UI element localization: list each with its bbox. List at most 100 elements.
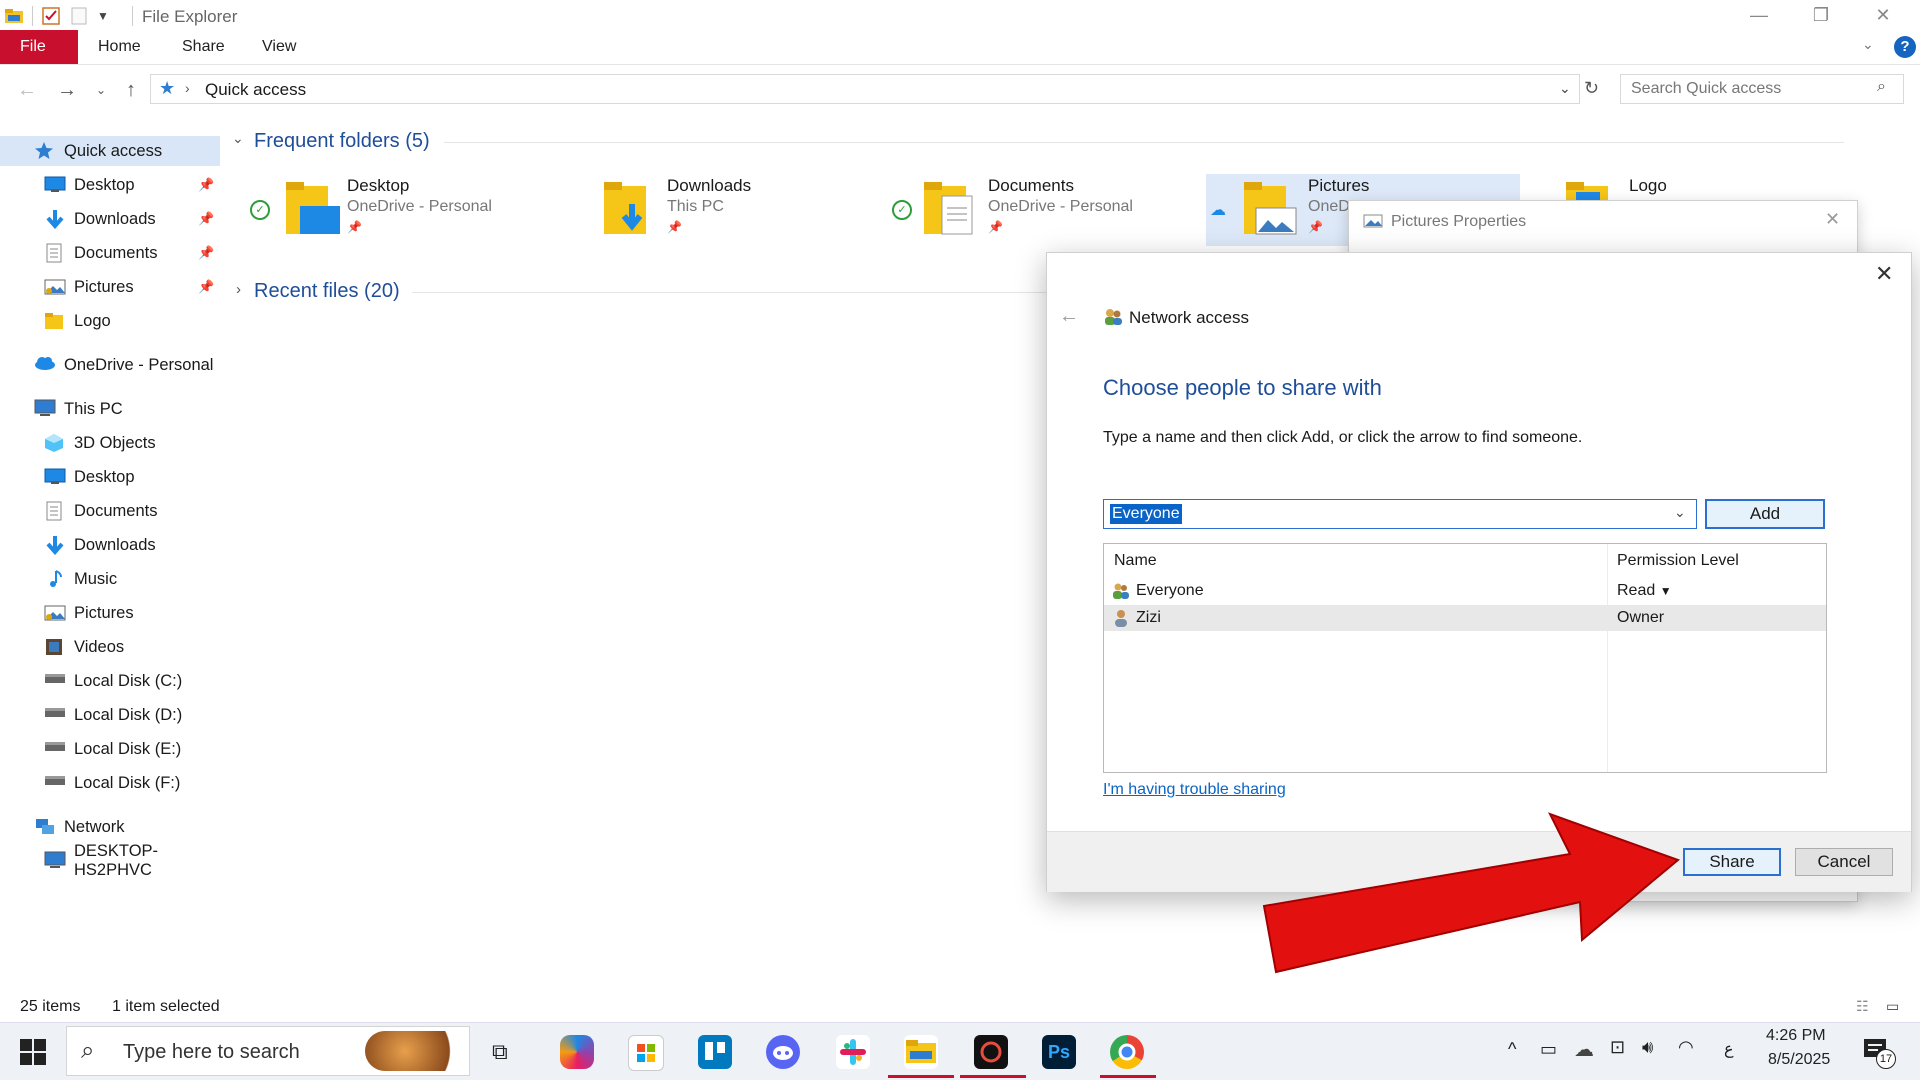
task-view-icon[interactable]: ⧉ bbox=[492, 1039, 508, 1065]
slack-icon[interactable] bbox=[836, 1035, 870, 1069]
folder-name: Logo bbox=[1629, 176, 1667, 195]
sidebar-item[interactable]: Documents 📌 bbox=[0, 238, 220, 268]
large-icons-view-icon[interactable]: ▭ bbox=[1886, 998, 1899, 1015]
notification-center-icon[interactable]: 17 bbox=[1862, 1035, 1896, 1069]
expand-chevron-icon[interactable]: › bbox=[236, 281, 241, 298]
sidebar-item[interactable]: Local Disk (C:) bbox=[0, 666, 220, 696]
sidebar-item[interactable]: Music bbox=[0, 564, 220, 594]
clock-time[interactable]: 4:26 PM bbox=[1766, 1027, 1826, 1045]
sidebar-item[interactable]: Pictures bbox=[0, 598, 220, 628]
dropdown-arrow-icon[interactable]: ▼ bbox=[1660, 584, 1672, 598]
taskbar: ⌕ Type here to search ⧉ Ps ^ ▭ ☁ ⊡ 🔊︎ ◠ … bbox=[0, 1022, 1920, 1080]
breadcrumb[interactable]: Quick access bbox=[205, 80, 306, 100]
copilot-icon[interactable] bbox=[560, 1035, 594, 1069]
volume-icon[interactable]: 🔊︎ bbox=[1642, 1037, 1653, 1058]
sidebar-item[interactable]: OneDrive - Personal bbox=[0, 350, 220, 380]
microsoft-store-icon[interactable] bbox=[628, 1035, 664, 1071]
back-button[interactable]: ← bbox=[14, 78, 40, 102]
collapse-chevron-icon[interactable]: ⌄ bbox=[232, 130, 244, 147]
sidebar-item[interactable]: Videos bbox=[0, 632, 220, 662]
up-button[interactable]: ↑ bbox=[118, 78, 144, 102]
restore-button[interactable]: ❐ bbox=[1790, 0, 1852, 30]
share-name-input[interactable]: Everyone bbox=[1110, 504, 1182, 524]
share-name-combobox[interactable]: Everyone ⌄ bbox=[1103, 499, 1697, 529]
sidebar-item[interactable]: 3D Objects bbox=[0, 428, 220, 458]
webcam-icon[interactable]: ⊡ bbox=[1610, 1037, 1625, 1058]
combobox-arrow-icon[interactable]: ⌄ bbox=[1674, 504, 1686, 521]
permission-dropdown[interactable]: Read ▼ bbox=[1617, 582, 1672, 600]
customize-dropdown-icon[interactable]: ▼ bbox=[97, 6, 111, 26]
search-icon[interactable]: ⌕ bbox=[1877, 78, 1886, 96]
sidebar-item[interactable]: Desktop 📌 bbox=[0, 170, 220, 200]
davinci-icon[interactable] bbox=[974, 1035, 1008, 1069]
folder-tile-desktop[interactable]: ✓ Desktop OneDrive - Personal 📌 bbox=[244, 174, 554, 244]
sidebar-item[interactable]: Quick access bbox=[0, 136, 220, 166]
ribbon-expand-icon[interactable]: ⌄ bbox=[1862, 36, 1874, 53]
sidebar-item[interactable]: Documents bbox=[0, 496, 220, 526]
navigation-pane: Quick access Desktop 📌 Downloads 📌 Documents 📌… bbox=[0, 136, 220, 879]
sidebar-item[interactable]: Network bbox=[0, 812, 220, 842]
windows-start-icon[interactable] bbox=[20, 1039, 46, 1070]
group-icon bbox=[1112, 582, 1130, 605]
clock-date[interactable]: 8/5/2025 bbox=[1768, 1051, 1830, 1069]
recent-locations-icon[interactable]: ⌄ bbox=[88, 78, 114, 102]
sidebar-item[interactable]: Pictures 📌 bbox=[0, 272, 220, 302]
photoshop-icon[interactable]: Ps bbox=[1042, 1035, 1076, 1069]
frequent-folders-header[interactable]: Frequent folders (5) bbox=[254, 130, 430, 153]
chrome-icon[interactable] bbox=[1110, 1035, 1144, 1069]
sidebar-item[interactable]: Logo bbox=[0, 306, 220, 336]
taskbar-search-placeholder: Type here to search bbox=[123, 1041, 300, 1063]
folder-tile-downloads[interactable]: Downloads This PC 📌 bbox=[566, 174, 876, 244]
properties-close-icon[interactable]: ✕ bbox=[1825, 209, 1840, 230]
add-button[interactable]: Add bbox=[1705, 499, 1825, 529]
minimize-button[interactable]: — bbox=[1728, 0, 1790, 30]
window-title: File Explorer bbox=[142, 7, 238, 26]
discord-icon[interactable] bbox=[766, 1035, 800, 1069]
sidebar-item[interactable]: This PC bbox=[0, 394, 220, 424]
forward-button[interactable]: → bbox=[54, 78, 80, 102]
dialog-close-icon[interactable]: ✕ bbox=[1875, 261, 1893, 287]
close-window-button[interactable]: ✕ bbox=[1852, 0, 1914, 30]
details-view-icon[interactable]: ☷ bbox=[1856, 998, 1869, 1015]
sidebar-item[interactable]: Local Disk (D:) bbox=[0, 700, 220, 730]
tab-home[interactable]: Home bbox=[78, 30, 161, 64]
trello-icon[interactable] bbox=[698, 1035, 732, 1069]
taskbar-search-box[interactable]: ⌕ Type here to search bbox=[66, 1026, 470, 1076]
file-explorer-icon[interactable] bbox=[904, 1035, 938, 1069]
trouble-sharing-link[interactable]: I'm having trouble sharing bbox=[1103, 781, 1286, 799]
search-placeholder: Search Quick access bbox=[1631, 80, 1782, 97]
sidebar-item-label: Documents bbox=[74, 243, 158, 262]
folder-tile-documents[interactable]: ✓ Documents OneDrive - Personal 📌 bbox=[886, 174, 1196, 244]
table-row[interactable]: Zizi Owner bbox=[1104, 605, 1826, 631]
recent-files-header[interactable]: Recent files (20) bbox=[254, 280, 400, 303]
sidebar-item[interactable]: Desktop bbox=[0, 462, 220, 492]
tab-view[interactable]: View bbox=[242, 30, 316, 64]
table-row[interactable]: Everyone Read ▼ bbox=[1104, 578, 1826, 604]
search-input[interactable]: Search Quick access ⌕ bbox=[1620, 74, 1904, 104]
cancel-button[interactable]: Cancel bbox=[1795, 848, 1893, 876]
sidebar-item[interactable]: Downloads bbox=[0, 530, 220, 560]
show-hidden-icons-icon[interactable]: ^ bbox=[1508, 1039, 1516, 1060]
column-header-permission[interactable]: Permission Level bbox=[1617, 552, 1739, 570]
new-folder-icon[interactable] bbox=[69, 6, 89, 26]
sidebar-item[interactable]: Downloads 📌 bbox=[0, 204, 220, 234]
battery-icon[interactable]: ▭ bbox=[1540, 1039, 1557, 1060]
column-header-name[interactable]: Name bbox=[1114, 552, 1157, 570]
dialog-back-icon[interactable]: ← bbox=[1059, 305, 1079, 328]
wifi-icon[interactable]: ◠ bbox=[1678, 1037, 1694, 1058]
address-bar[interactable]: ★ › Quick access ⌄ bbox=[150, 74, 1580, 104]
input-language-icon[interactable]: ع bbox=[1724, 1039, 1734, 1059]
address-dropdown-icon[interactable]: ⌄ bbox=[1559, 80, 1571, 97]
tab-share[interactable]: Share bbox=[162, 30, 245, 64]
onedrive-cloud-icon[interactable]: ☁ bbox=[1574, 1037, 1594, 1062]
help-icon[interactable]: ? bbox=[1894, 36, 1916, 58]
sidebar-item[interactable]: Local Disk (F:) bbox=[0, 768, 220, 798]
notification-count: 17 bbox=[1876, 1049, 1896, 1069]
tab-file[interactable]: File bbox=[0, 30, 78, 64]
sidebar-item[interactable]: Local Disk (E:) bbox=[0, 734, 220, 764]
sidebar-item[interactable]: DESKTOP-HS2PHVC bbox=[0, 842, 220, 879]
properties-check-icon[interactable] bbox=[41, 6, 61, 26]
refresh-icon[interactable]: ↻ bbox=[1584, 78, 1599, 99]
sidebar-item-label: Downloads bbox=[74, 209, 156, 228]
share-button[interactable]: Share bbox=[1683, 848, 1781, 876]
